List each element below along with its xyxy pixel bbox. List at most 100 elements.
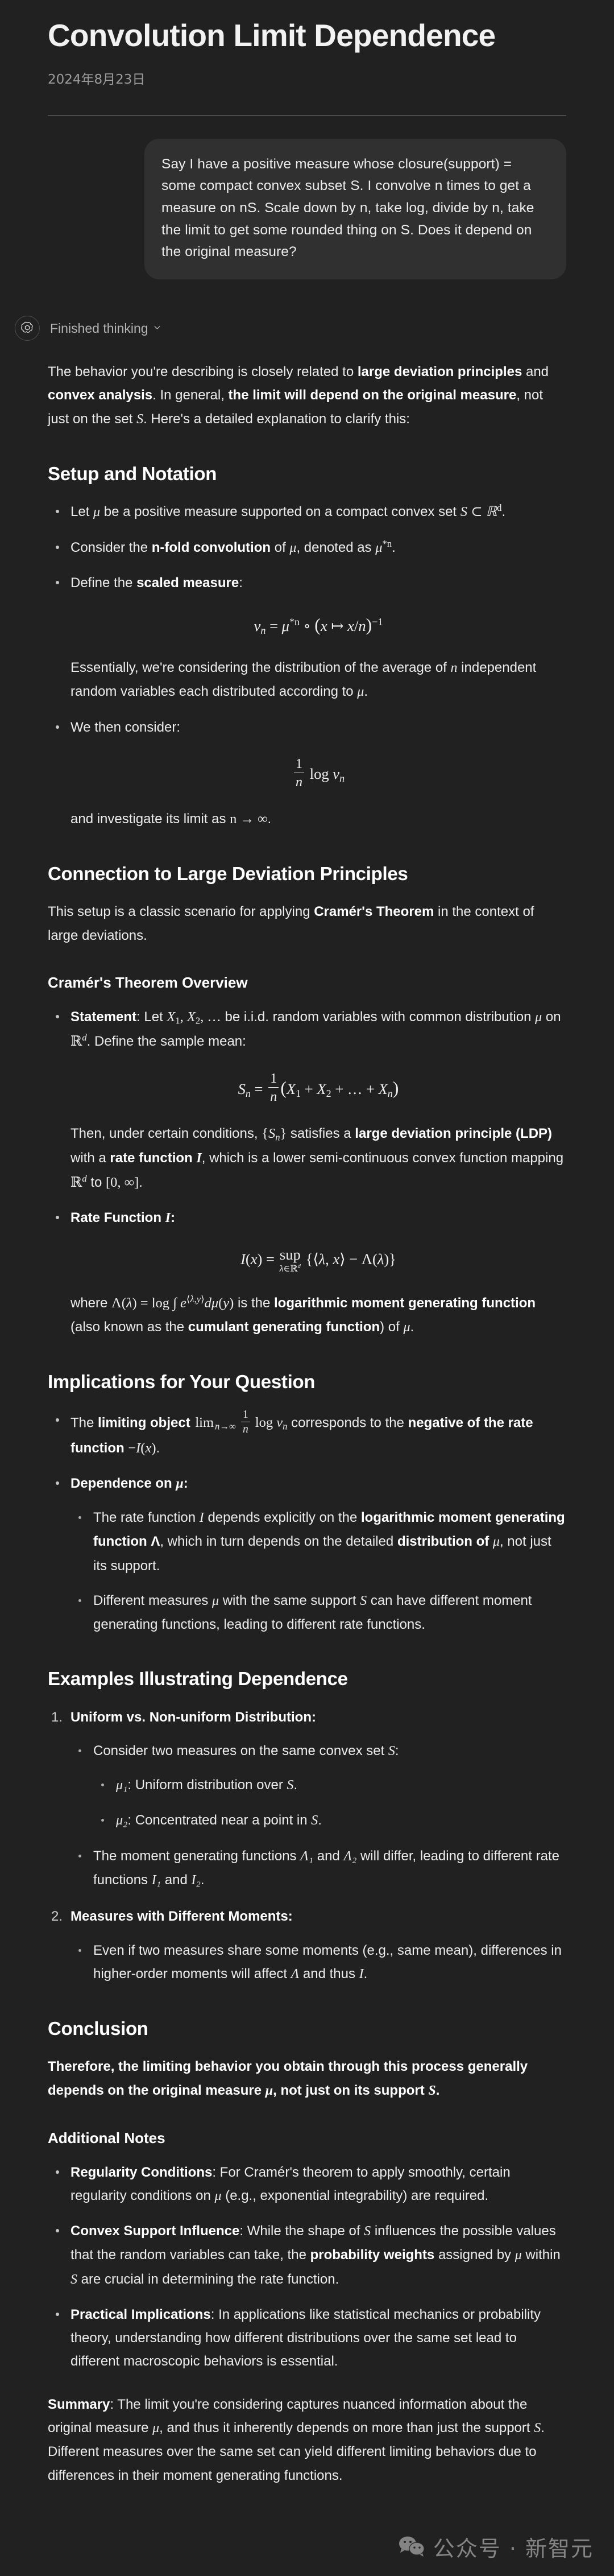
summary-paragraph: Summary: The limit you're considering ca… xyxy=(48,2393,566,2487)
list-item: The moment generating functions Λ₁ and Λ… xyxy=(78,1844,566,1893)
symbol-s: S xyxy=(311,1813,318,1828)
text-bold: Uniform vs. Non-uniform Distribution: xyxy=(70,1709,316,1725)
text: , which is a lower semi-continuous conve… xyxy=(201,1150,564,1166)
list-item: Statement: Let X1, X2, … be i.i.d. rando… xyxy=(56,1005,566,1195)
text: . xyxy=(267,811,272,827)
cramer-bullet-list: Statement: Let X1, X2, … be i.i.d. rando… xyxy=(48,1005,566,1340)
user-message-bubble[interactable]: Say I have a positive measure whose clos… xyxy=(144,138,566,280)
text: be a positive measure supported on a com… xyxy=(100,504,460,520)
text: , and thus it inherently depends on more… xyxy=(159,2420,534,2436)
intro-c: and xyxy=(522,364,549,380)
symbol-i-2: I₂ xyxy=(191,1872,201,1888)
text: satisfies a xyxy=(287,1126,355,1142)
assistant-message: Finished thinking The behavior you're de… xyxy=(15,316,566,2487)
symbol-lambda: Λ xyxy=(291,1966,300,1981)
finished-thinking-row[interactable]: Finished thinking xyxy=(15,316,566,341)
list-item: The limiting object lim n→∞ 1n log νn cor… xyxy=(56,1408,566,1460)
text: : xyxy=(239,575,243,591)
text: Consider the xyxy=(70,539,152,555)
list-item: The rate function I depends explicitly o… xyxy=(78,1506,566,1578)
text-bold: Measures with Different Moments: xyxy=(70,1909,293,1925)
symbol-mu: μ xyxy=(403,1320,410,1335)
symbol-mu: μ xyxy=(176,1476,184,1491)
text: We then consider: xyxy=(70,719,180,735)
symbol-rd: ℝ xyxy=(70,1033,82,1050)
heading-additional-notes: Additional Notes xyxy=(48,2129,165,2146)
list-item: Practical Implications: In applications … xyxy=(56,2303,566,2373)
symbol-s: S xyxy=(534,2421,541,2436)
list-item: Measures with Different Moments: Even if… xyxy=(51,1905,566,1987)
heading-implications: Implications for Your Question xyxy=(48,1371,316,1393)
text-bold: limiting object xyxy=(98,1415,194,1431)
text-bold: Regularity Conditions xyxy=(70,2164,213,2180)
text: . xyxy=(139,1174,143,1190)
text: , denoted as xyxy=(296,539,376,555)
examples-numbered-list: Uniform vs. Non-uniform Distribution: Co… xyxy=(48,1706,566,1986)
intro-f: the limit will depend on the original me… xyxy=(228,387,517,403)
intro-b: large deviation principles xyxy=(357,364,522,380)
implications-bullet-list: The limiting object lim n→∞ 1n log νn cor… xyxy=(48,1409,566,1637)
symbol-mu: μ xyxy=(535,1009,542,1025)
list-item: Uniform vs. Non-uniform Distribution: Co… xyxy=(51,1706,566,1893)
text: and thus xyxy=(299,1966,359,1981)
symbol-lambda: Λ xyxy=(151,1534,160,1550)
symbol-i-1: I₁ xyxy=(151,1872,161,1888)
text: and xyxy=(161,1872,192,1888)
text: and investigate its limit as xyxy=(70,811,230,827)
text: Essentially, we're considering the distr… xyxy=(70,659,451,675)
text-bold: Practical Implications xyxy=(70,2306,211,2322)
symbol-mu-1: μ₁ xyxy=(116,1778,128,1793)
symbol-mu-2: μ₂ xyxy=(116,1813,128,1828)
text: : Concentrated near a point in xyxy=(127,1813,312,1828)
list-item: Different measures μ with the same suppo… xyxy=(78,1589,566,1637)
investigate-paragraph: and investigate its limit as n → ∞. xyxy=(70,807,566,831)
conclusion-paragraph: Therefore, the limiting behavior you obt… xyxy=(48,2055,566,2103)
text: Define the xyxy=(70,575,137,591)
assistant-body: The behavior you're describing is closel… xyxy=(48,360,566,2487)
symbol-mu: μ xyxy=(357,684,364,700)
finished-thinking-label[interactable]: Finished thinking xyxy=(50,321,161,336)
finished-thinking-text: Finished thinking xyxy=(50,320,148,336)
symbol-s: S xyxy=(388,1743,395,1758)
sup-d: d xyxy=(82,1173,87,1184)
text: : While the shape of xyxy=(239,2223,364,2239)
text-bold: probability weights xyxy=(310,2247,435,2263)
heading-setup-and-notation: Setup and Notation xyxy=(48,463,217,484)
symbol-rd: ℝ xyxy=(70,1173,82,1190)
symbol-s: S xyxy=(364,2224,371,2239)
where-paragraph: where Λ(λ) = log ∫ e⟨λ,y⟩dμ(y) is the lo… xyxy=(70,1291,566,1340)
text: : Let xyxy=(136,1009,167,1025)
notes-bullet-list: Regularity Conditions: For Cramér's theo… xyxy=(48,2161,566,2373)
symbol-mu: μ xyxy=(289,540,297,555)
equation-lambda-inline: Λ(λ) = log ∫ e⟨λ,y⟩dμ(y) xyxy=(111,1293,234,1311)
text: Then, under certain conditions, xyxy=(70,1126,262,1142)
list-item: Convex Support Influence: While the shap… xyxy=(56,2219,566,2292)
text: on xyxy=(542,1009,561,1025)
text: The rate function xyxy=(93,1510,200,1526)
setup-bullet-list: Let μ be a positive measure supported on… xyxy=(48,500,566,831)
symbol-mu: μ xyxy=(152,2421,160,2436)
chevron-down-icon[interactable] xyxy=(154,324,161,331)
intro-symbol-s: S xyxy=(136,411,144,427)
list-item: Rate Function I: I(x) = sup λ∈ℝd {⟨λ, x⟩ … xyxy=(56,1206,566,1340)
text-bold: cumulant generating function xyxy=(188,1319,380,1335)
intro-d: convex analysis xyxy=(48,387,153,403)
heading-conclusion: Conclusion xyxy=(48,2018,148,2040)
intro-e: . In general, xyxy=(152,387,229,403)
equation-limit-inline: lim n→∞ 1n log νn xyxy=(195,1408,288,1436)
symbol-mu: μ xyxy=(515,2248,522,2263)
list-item: Even if two measures share some moments … xyxy=(78,1939,566,1987)
list-item: μ₁: Uniform distribution over S. xyxy=(101,1773,566,1797)
symbol-s: S xyxy=(70,2272,77,2287)
text: (also known as the xyxy=(70,1319,188,1335)
text: . xyxy=(318,1813,322,1828)
text: within xyxy=(521,2247,561,2263)
text: and xyxy=(313,1848,344,1864)
list-item: μ₂: Concentrated near a point in S. xyxy=(101,1809,566,1832)
text: . xyxy=(293,1777,298,1793)
user-message-row: Say I have a positive measure whose clos… xyxy=(48,138,566,280)
text-bold: logarithmic moment generating function xyxy=(274,1295,536,1311)
text: of xyxy=(271,539,290,555)
equation-rate-function: I(x) = sup λ∈ℝd {⟨λ, x⟩ − Λ(λ)} xyxy=(240,1246,396,1274)
list-item: Consider the n-fold convolution of μ, de… xyxy=(56,536,566,560)
